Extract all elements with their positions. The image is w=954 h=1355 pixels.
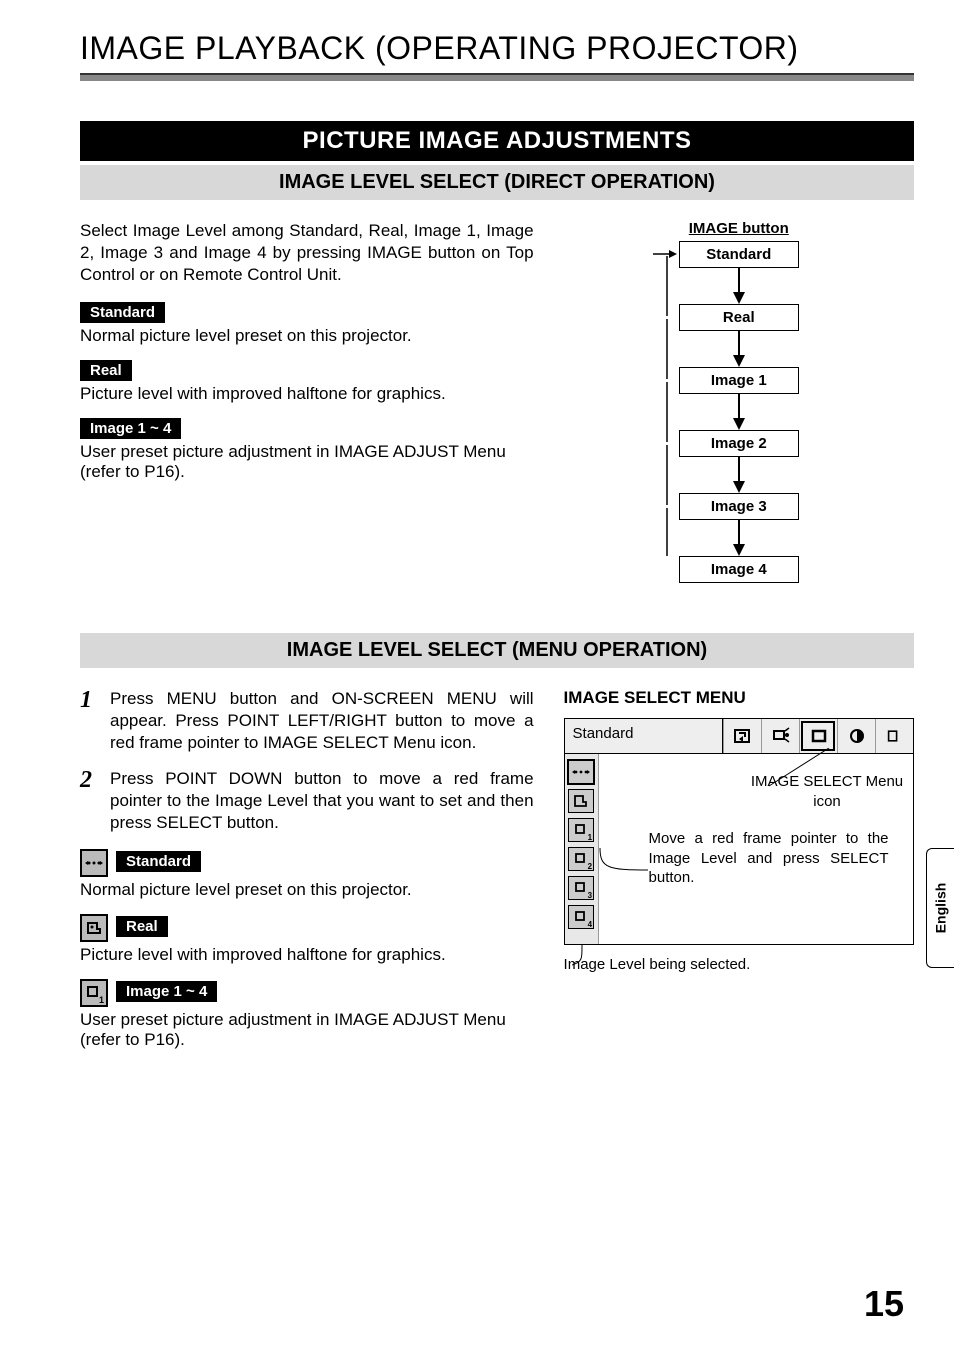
step-number-1: 1 [80,688,100,754]
down-arrow-icon [729,394,749,430]
menu-desc-standard: Normal picture level preset on this proj… [80,880,534,900]
diagram-level-standard: Standard [679,241,799,268]
down-arrow-icon [729,457,749,493]
diagram-level-image1: Image 1 [679,367,799,394]
image-select-menu-heading: IMAGE SELECT MENU [564,688,914,708]
osd-side-image1[interactable]: 1 [568,818,594,842]
loop-side-line-icon [657,394,687,430]
osd-selected-name: Standard [565,719,723,753]
language-tab-label: English [933,883,949,934]
loop-side-line-icon [657,520,687,556]
loop-arrow-in-icon [653,247,677,261]
desc-standard: Normal picture level preset on this proj… [80,326,534,346]
language-tab[interactable]: English [926,848,954,968]
title-underline [80,73,914,81]
diagram-level-image4: Image 4 [679,556,799,583]
image1-icon: 1 [80,979,108,1007]
icon-label: IMAGE SELECT Menu icon [747,772,907,811]
pointer-instruction: Move a red frame pointer to the Image Le… [649,829,889,888]
diagram-title: IMAGE button [689,220,789,237]
section-header: PICTURE IMAGE ADJUSTMENTS [80,121,914,161]
osd-side-image4[interactable]: 4 [568,905,594,929]
step-2-text: Press POINT DOWN button to move a red fr… [110,768,534,834]
down-arrow-icon [729,331,749,367]
menu-desc-real: Picture level with improved halftone for… [80,945,534,965]
osd-panel: Standard [564,718,914,945]
subsection-menu: IMAGE LEVEL SELECT (MENU OPERATION) [80,633,914,668]
tag-real: Real [80,360,132,381]
loop-side-line-icon [657,268,687,304]
osd-tab-more-icon[interactable] [875,719,913,753]
standard-icon [80,849,108,877]
menu-tag-image14: Image 1 ~ 4 [116,981,217,1002]
subsection-direct: IMAGE LEVEL SELECT (DIRECT OPERATION) [80,165,914,200]
tag-image14: Image 1 ~ 4 [80,418,181,439]
desc-real: Picture level with improved halftone for… [80,384,534,404]
osd-side-image2[interactable]: 2 [568,847,594,871]
down-arrow-icon [729,520,749,556]
loop-side-line-icon [657,331,687,367]
real-icon [80,914,108,942]
step-number-2: 2 [80,768,100,834]
page-number: 15 [864,1283,904,1325]
tag-standard: Standard [80,302,165,323]
osd-side-image3[interactable]: 3 [568,876,594,900]
osd-side-standard[interactable] [568,760,594,784]
menu-desc-image14: User preset picture adjustment in IMAGE … [80,1010,534,1050]
osd-side-real[interactable] [568,789,594,813]
diagram-level-image3: Image 3 [679,493,799,520]
loop-side-line-icon [657,457,687,493]
selected-caption: Image Level being selected. [564,956,914,973]
step-1-text: Press MENU button and ON-SCREEN MENU wil… [110,688,534,754]
image-button-diagram: IMAGE button Standard Real Image 1 Image… [564,220,914,583]
menu-tag-real: Real [116,916,168,937]
diagram-level-real: Real [679,304,799,331]
desc-image14: User preset picture adjustment in IMAGE … [80,442,534,482]
diagram-level-image2: Image 2 [679,430,799,457]
menu-tag-standard: Standard [116,851,201,872]
down-arrow-icon [729,268,749,304]
page-title: IMAGE PLAYBACK (OPERATING PROJECTOR) [80,30,914,67]
direct-intro: Select Image Level among Standard, Real,… [80,220,534,286]
